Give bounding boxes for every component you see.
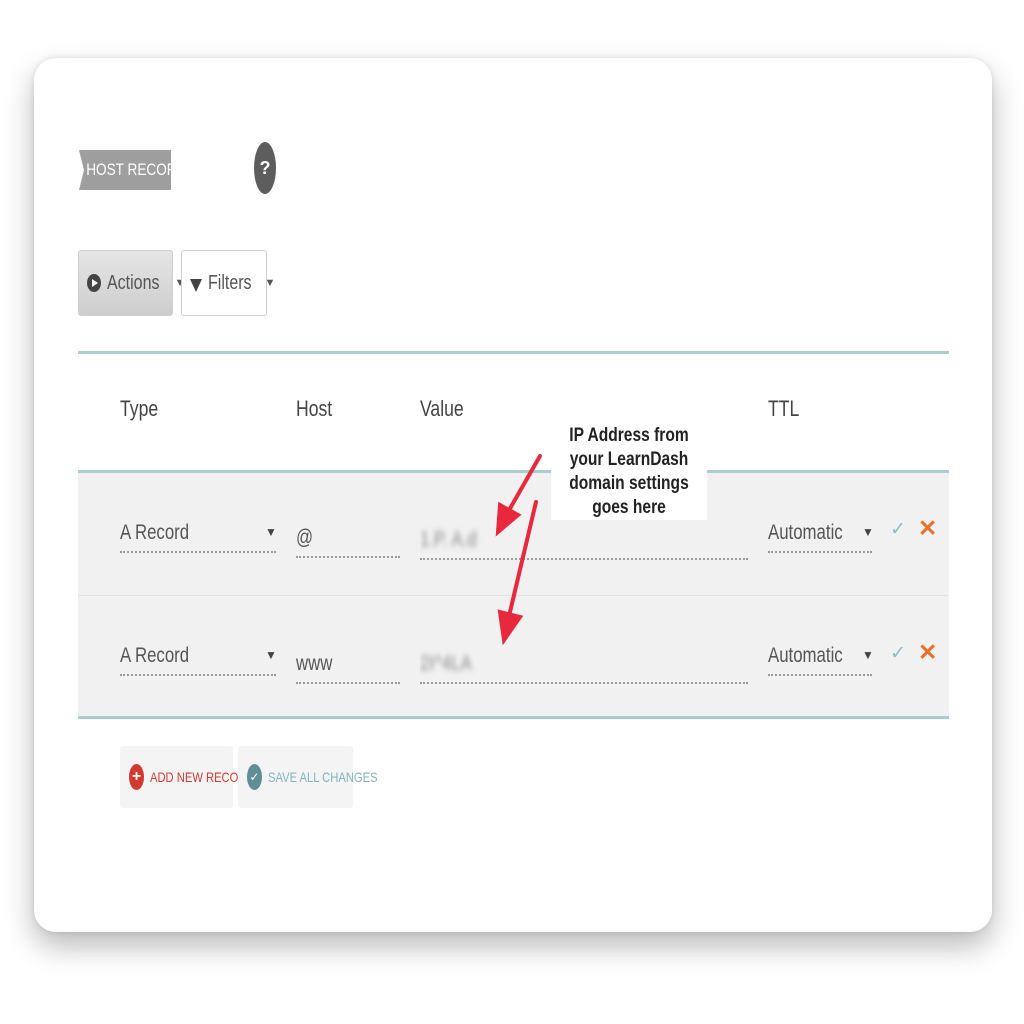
table-bottom-rule <box>78 716 949 719</box>
record-type-select[interactable]: A Record <box>120 513 276 553</box>
check-icon[interactable]: ✓ <box>890 518 906 541</box>
host-field[interactable]: @ <box>296 518 400 558</box>
annotation-callout: IP Address from your LearnDash domain se… <box>534 424 724 520</box>
column-header-value: Value <box>420 396 464 421</box>
chevron-down-icon[interactable]: ▼ <box>862 648 874 662</box>
column-header-type: Type <box>120 396 159 421</box>
ttl-select[interactable]: Automatic <box>768 513 872 553</box>
add-new-record-button[interactable]: + ADD NEW RECORD <box>120 746 255 808</box>
filters-label: Filters <box>208 271 252 294</box>
column-header-host: Host <box>296 396 333 421</box>
filters-button[interactable]: Filters ▼ <box>181 250 275 316</box>
ttl-select[interactable]: Automatic <box>768 636 872 676</box>
close-icon[interactable]: ✕ <box>918 515 937 542</box>
chevron-down-icon[interactable]: ▼ <box>265 525 277 539</box>
question-circle-icon[interactable]: ? <box>254 142 276 194</box>
actions-label: Actions <box>107 271 160 294</box>
section-tag: HOST RECORDS <box>79 150 171 190</box>
column-header-ttl: TTL <box>768 396 800 421</box>
chevron-down-icon[interactable]: ▼ <box>862 525 874 539</box>
table-top-rule <box>78 351 949 354</box>
value-field[interactable]: 2I^4LA <box>420 644 748 684</box>
row-divider <box>78 595 949 596</box>
chevron-down-icon[interactable]: ▼ <box>265 648 277 662</box>
play-circle-icon <box>87 274 101 292</box>
annotation-line-2: domain settings goes here <box>551 472 707 520</box>
chevron-down-icon: ▼ <box>264 277 276 289</box>
check-circle-icon: ✓ <box>247 764 262 790</box>
close-icon[interactable]: ✕ <box>918 639 937 666</box>
check-icon[interactable]: ✓ <box>890 642 906 665</box>
actions-button[interactable]: Actions ▼ <box>78 250 185 316</box>
annotation-line-1: IP Address from your LearnDash <box>551 424 707 472</box>
plus-circle-icon: + <box>129 764 144 790</box>
save-all-changes-button[interactable]: ✓ SAVE ALL CHANGES <box>238 746 378 808</box>
record-type-select[interactable]: A Record <box>120 636 276 676</box>
value-field[interactable]: 1.P. A.d <box>420 520 748 560</box>
host-field[interactable]: www <box>296 644 400 684</box>
save-all-changes-label: SAVE ALL CHANGES <box>268 769 378 785</box>
funnel-icon <box>190 278 202 292</box>
